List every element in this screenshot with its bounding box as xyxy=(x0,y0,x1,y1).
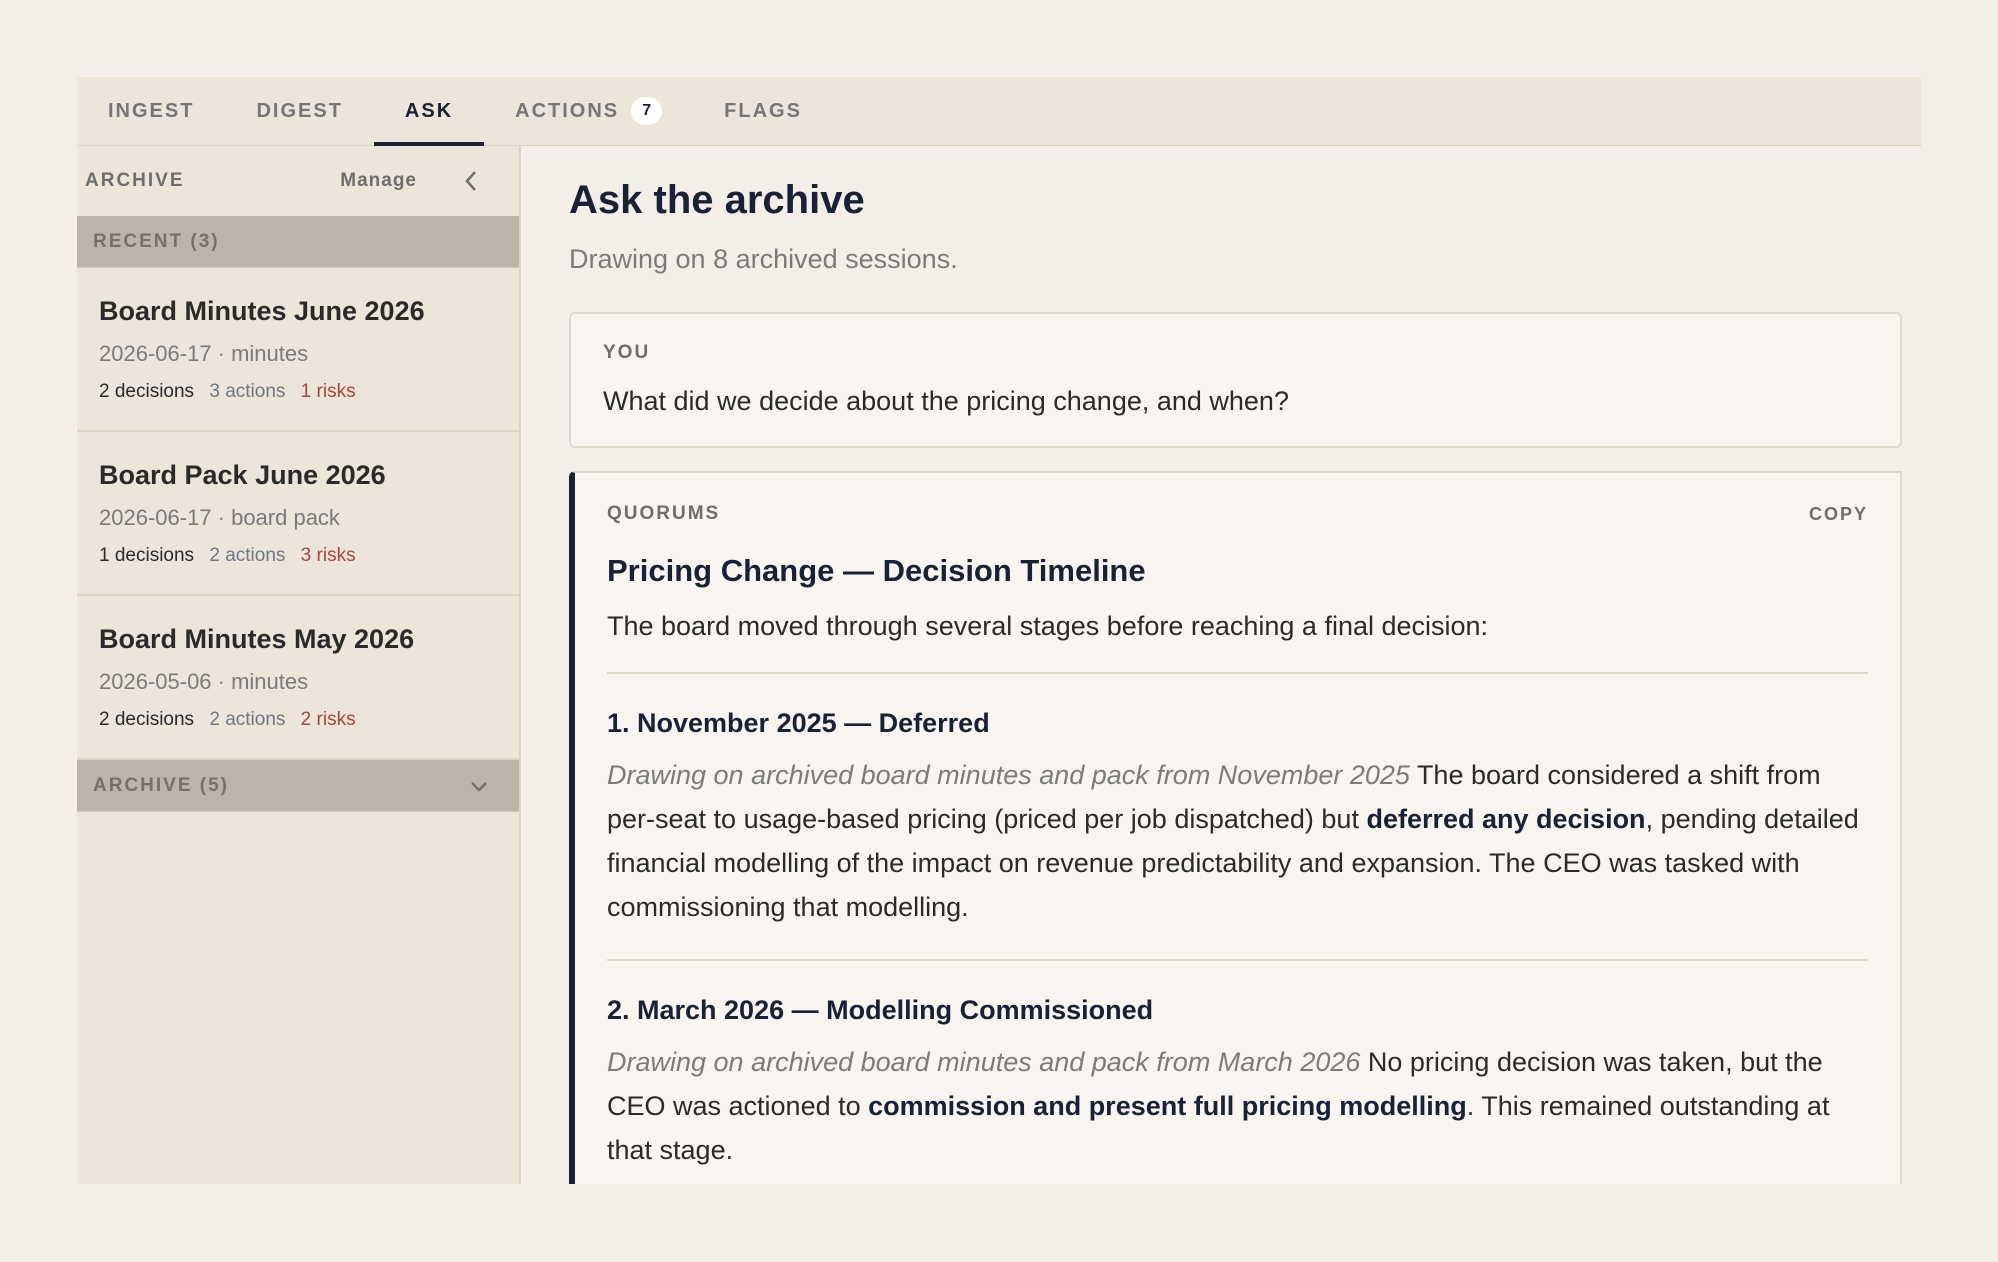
answer-title: Pricing Change — Decision Timeline xyxy=(607,553,1146,588)
question-card: YOU What did we decide about the pricing… xyxy=(569,312,1902,448)
tab-bar: INGEST DIGEST ASK ACTIONS 7 FLAGS xyxy=(77,77,1921,146)
risks-count: 1 risks xyxy=(300,381,356,402)
tab-flags-label: FLAGS xyxy=(724,99,802,122)
item-title: Board Minutes May 2026 xyxy=(99,624,415,654)
tab-digest-label: DIGEST xyxy=(256,99,343,122)
item-meta: 2026-06-17 · minutes xyxy=(99,341,309,366)
item-title: Board Pack June 2026 xyxy=(99,460,386,490)
answer-intro: The board moved through several stages b… xyxy=(607,611,1489,641)
divider xyxy=(607,959,1868,961)
archive-group-label: ARCHIVE (5) xyxy=(93,774,230,796)
section-body: Drawing on archived board minutes and pa… xyxy=(607,753,1868,929)
archive-sidebar: ARCHIVE Manage RECENT (3) Board Minutes … xyxy=(77,146,521,1184)
item-title: Board Minutes June 2026 xyxy=(99,296,425,326)
actions-count: 2 actions xyxy=(209,545,286,566)
answer-header: QUORUMS COPY xyxy=(607,503,1868,525)
archive-group-header[interactable]: ARCHIVE (5) xyxy=(77,760,519,812)
ask-panel: Ask the archive Drawing on 8 archived se… xyxy=(521,146,1921,1184)
tab-ask-label: ASK xyxy=(404,99,454,122)
archive-item[interactable]: Board Minutes June 2026 2026-06-17 · min… xyxy=(77,268,519,432)
chevron-left-icon xyxy=(465,171,476,191)
tab-flags[interactable]: FLAGS xyxy=(693,77,833,145)
tab-digest[interactable]: DIGEST xyxy=(225,77,373,145)
archive-item[interactable]: Board Pack June 2026 2026-06-17 · board … xyxy=(77,432,519,596)
actions-count: 2 actions xyxy=(209,709,286,730)
tab-actions[interactable]: ACTIONS 7 xyxy=(484,77,693,145)
expand-archive-button[interactable] xyxy=(467,774,491,798)
section-source: Drawing on archived board minutes and pa… xyxy=(607,1047,1361,1077)
tab-ingest-label: INGEST xyxy=(108,99,195,122)
section-body: Drawing on archived board minutes and pa… xyxy=(607,1040,1868,1172)
sidebar-header: ARCHIVE Manage xyxy=(77,146,519,216)
divider xyxy=(607,672,1868,674)
answer-label: QUORUMS xyxy=(607,503,721,524)
sidebar-title: ARCHIVE xyxy=(85,170,185,191)
decisions-count: 1 decisions xyxy=(99,545,195,566)
actions-count: 3 actions xyxy=(209,381,286,402)
item-stats: 1 decisions 2 actions 3 risks xyxy=(99,545,497,567)
answer-card: QUORUMS COPY Pricing Change — Decision T… xyxy=(569,471,1902,1184)
tab-actions-label: ACTIONS xyxy=(515,99,620,122)
archive-item[interactable]: Board Minutes May 2026 2026-05-06 · minu… xyxy=(77,596,519,760)
question-text: What did we decide about the pricing cha… xyxy=(603,386,1289,416)
collapse-sidebar-button[interactable] xyxy=(457,167,485,195)
app-window: INGEST DIGEST ASK ACTIONS 7 FLAGS ARCHIV… xyxy=(77,77,1921,1184)
tab-ask[interactable]: ASK xyxy=(373,77,485,146)
question-label: YOU xyxy=(603,342,651,363)
manage-button[interactable]: Manage xyxy=(340,170,417,192)
copy-button[interactable]: COPY xyxy=(1809,504,1868,525)
item-meta: 2026-05-06 · minutes xyxy=(99,669,309,694)
risks-count: 2 risks xyxy=(300,709,356,730)
item-meta: 2026-06-17 · board pack xyxy=(99,505,340,530)
recent-group-label: RECENT (3) xyxy=(93,230,220,252)
chevron-down-icon xyxy=(471,781,487,792)
item-stats: 2 decisions 2 actions 2 risks xyxy=(99,709,497,731)
section-title: 2. March 2026 — Modelling Commissioned xyxy=(607,995,1154,1025)
tab-ingest[interactable]: INGEST xyxy=(77,77,225,145)
actions-count-badge: 7 xyxy=(631,97,663,125)
risks-count: 3 risks xyxy=(300,545,356,566)
page-title: Ask the archive xyxy=(569,178,865,222)
recent-group-header[interactable]: RECENT (3) xyxy=(77,216,519,268)
section-source: Drawing on archived board minutes and pa… xyxy=(607,760,1410,790)
section-highlight: commission and present full pricing mode… xyxy=(868,1091,1467,1121)
page-subtitle: Drawing on 8 archived sessions. xyxy=(569,244,958,274)
section-highlight: deferred any decision xyxy=(1366,804,1646,834)
section-title: 1. November 2025 — Deferred xyxy=(607,708,990,738)
decisions-count: 2 decisions xyxy=(99,381,195,402)
decisions-count: 2 decisions xyxy=(99,709,195,730)
item-stats: 2 decisions 3 actions 1 risks xyxy=(99,381,497,403)
